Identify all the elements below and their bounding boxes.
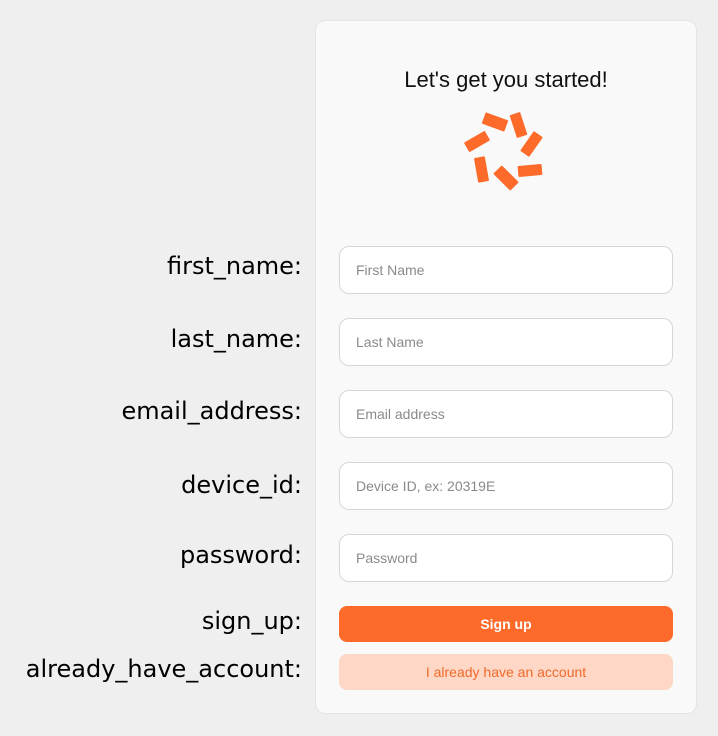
orange-spinner-logo-icon — [464, 112, 543, 191]
device-id-input[interactable] — [339, 462, 673, 510]
signup-screen: first_name: last_name: email_address: de… — [0, 0, 718, 736]
device-id-label: device_id: — [181, 471, 302, 499]
last-name-label: last_name: — [170, 325, 302, 353]
first-name-label: first_name: — [166, 252, 302, 280]
last-name-input[interactable] — [339, 318, 673, 366]
already-have-account-button[interactable]: I already have an account — [339, 654, 673, 690]
first-name-input[interactable] — [339, 246, 673, 294]
page-title: Let's get you started! — [404, 67, 608, 92]
email-address-label: email_address: — [121, 397, 302, 425]
password-input[interactable] — [339, 534, 673, 582]
sign-up-button[interactable]: Sign up — [339, 606, 673, 642]
already-have-account-label: already_have_account: — [25, 655, 302, 683]
email-address-input[interactable] — [339, 390, 673, 438]
password-label: password: — [179, 541, 302, 569]
sign-up-label: sign_up: — [201, 607, 302, 635]
